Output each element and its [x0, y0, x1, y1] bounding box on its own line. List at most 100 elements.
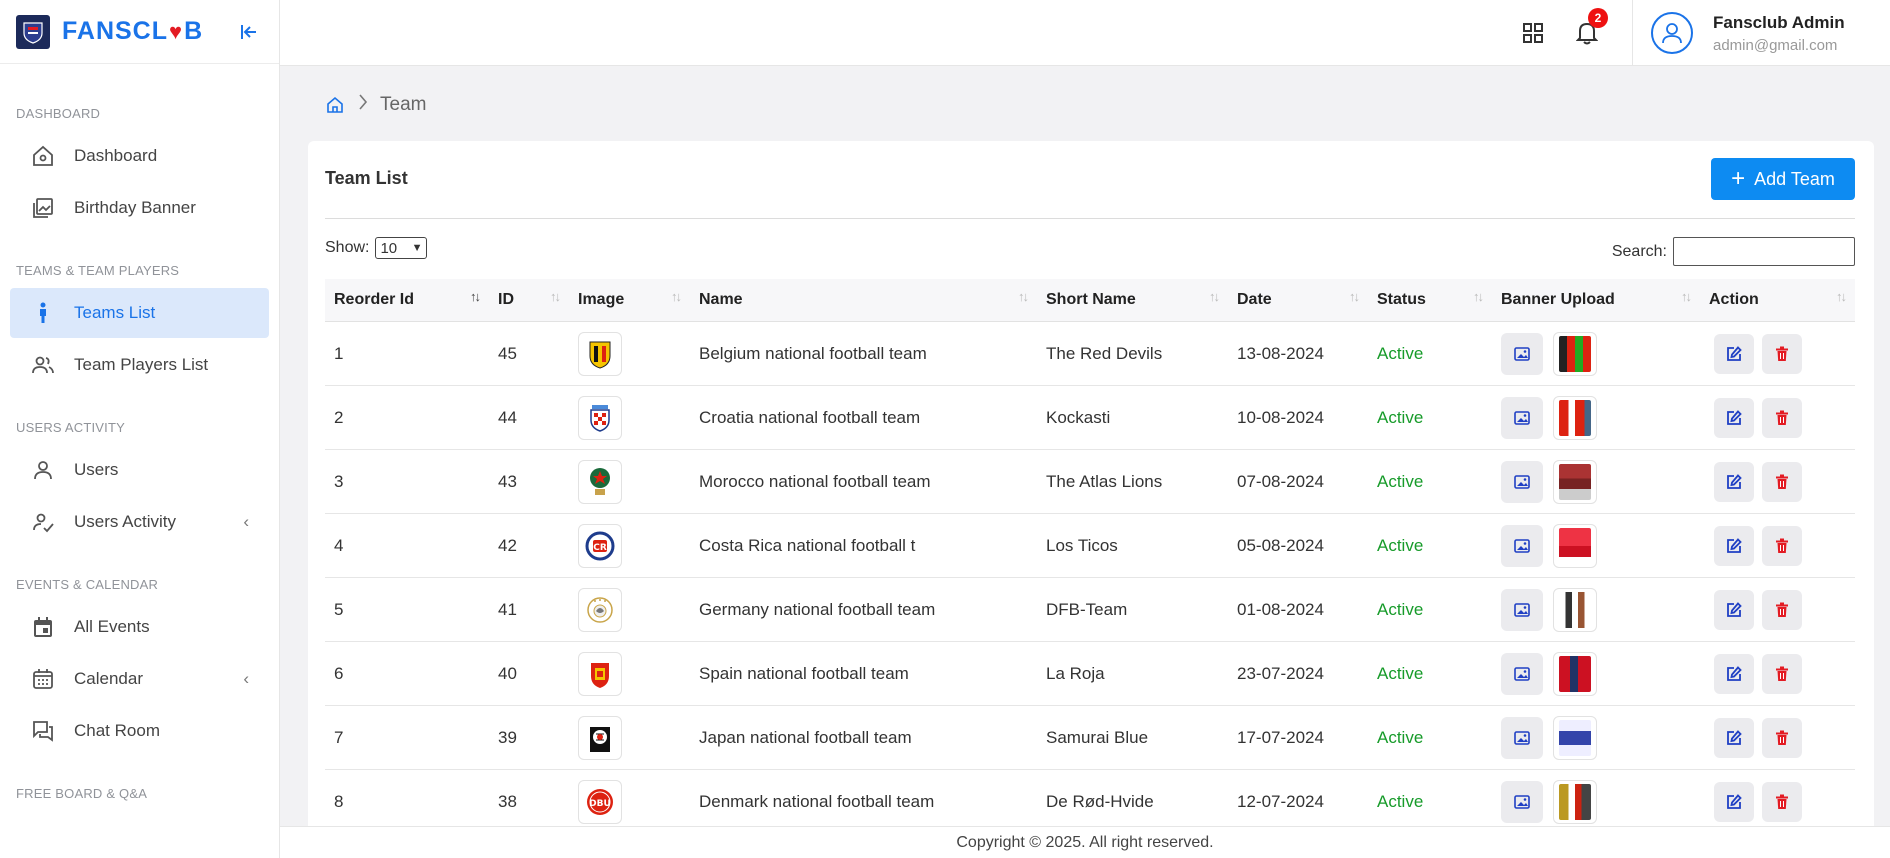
- collapse-sidebar-button[interactable]: [235, 18, 263, 46]
- cell-name: Japan national football team: [699, 727, 912, 747]
- sidebar: FANSCL ♥ B DASHBOARD Dashboard Birthday Ba…: [0, 0, 280, 858]
- column-header-reorder-id[interactable]: Reorder Id ↑↓: [325, 279, 489, 322]
- upload-banner-button[interactable]: [1501, 332, 1543, 375]
- cell-reorder-id: 3: [334, 471, 344, 491]
- column-header-short-name[interactable]: Short Name ↑↓: [1037, 279, 1228, 322]
- sidebar-item-birthday-banner[interactable]: Birthday Banner: [10, 183, 269, 233]
- delete-button[interactable]: [1762, 461, 1802, 502]
- edit-button[interactable]: [1714, 461, 1754, 502]
- banner-thumbnail[interactable]: [1553, 395, 1597, 440]
- cell-banner-upload: [1492, 706, 1700, 770]
- apps-grid-button[interactable]: [1516, 16, 1550, 50]
- home-breadcrumb-icon[interactable]: [326, 96, 344, 114]
- nav-section-events: EVENTS & CALENDAR: [16, 577, 159, 592]
- nav-section-users-activity: USERS ACTIVITY: [16, 420, 125, 435]
- cell-id: 40: [498, 663, 517, 683]
- team-logo-image[interactable]: CR: [578, 523, 622, 568]
- banner-thumbnail[interactable]: [1553, 459, 1597, 504]
- team-logo-image[interactable]: [578, 587, 622, 632]
- edit-icon: [1727, 729, 1742, 745]
- sidebar-item-all-events[interactable]: All Events: [10, 602, 269, 652]
- column-header-banner-upload[interactable]: Banner Upload ↑↓: [1492, 279, 1700, 322]
- status-badge: Active: [1377, 471, 1424, 491]
- banner-thumbnail[interactable]: [1553, 587, 1597, 632]
- brand-name[interactable]: FANSCL ♥ B: [62, 17, 203, 46]
- banner-thumbnail[interactable]: [1553, 523, 1597, 568]
- brand-logo[interactable]: [16, 14, 50, 49]
- banner-thumbnail[interactable]: [1553, 331, 1597, 376]
- sort-icon: ↑↓: [1473, 288, 1484, 304]
- edit-icon: [1727, 473, 1742, 489]
- column-header-name[interactable]: Name ↑↓: [690, 279, 1037, 322]
- sidebar-item-chat-room[interactable]: Chat Room: [10, 706, 269, 756]
- cell-action: [1700, 322, 1855, 386]
- chevron-right-icon: [358, 94, 368, 116]
- nav-section-free-board: FREE BOARD & Q&A: [16, 786, 148, 801]
- cell-reorder-id: 2: [334, 407, 344, 427]
- banner-thumbnail[interactable]: [1553, 651, 1597, 696]
- add-team-button[interactable]: + Add Team: [1711, 158, 1855, 200]
- sidebar-item-calendar[interactable]: Calendar ‹: [10, 654, 269, 704]
- delete-button[interactable]: [1762, 397, 1802, 438]
- cell-short-name: The Atlas Lions: [1046, 471, 1163, 491]
- sidebar-item-teams-list[interactable]: Teams List: [10, 288, 269, 338]
- user-profile-menu[interactable]: Fansclub Admin admin@gmail.com: [1632, 0, 1890, 66]
- team-list-card: Team List + Add Team Show: 10 ▼ Search: Re…: [308, 141, 1874, 858]
- sidebar-item-users-activity[interactable]: Users Activity ‹: [10, 497, 269, 547]
- cell-action: [1700, 450, 1855, 514]
- edit-button[interactable]: [1714, 589, 1754, 630]
- team-logo-image[interactable]: [578, 395, 622, 440]
- cell-action: [1700, 386, 1855, 450]
- column-header-id[interactable]: ID ↑↓: [489, 279, 569, 322]
- upload-banner-button[interactable]: [1501, 780, 1543, 823]
- delete-button[interactable]: [1762, 653, 1802, 694]
- upload-banner-button[interactable]: [1501, 460, 1543, 503]
- team-logo-image[interactable]: DBU: [578, 779, 622, 824]
- edit-button[interactable]: [1714, 717, 1754, 758]
- sort-icon: ↑↓: [1018, 288, 1029, 304]
- notifications-button[interactable]: 2: [1570, 8, 1608, 50]
- upload-banner-button[interactable]: [1501, 524, 1543, 567]
- cell-short-name: DFB-Team: [1046, 599, 1128, 619]
- upload-banner-button[interactable]: [1501, 716, 1543, 759]
- banner-thumbnail[interactable]: [1553, 779, 1597, 824]
- search-input[interactable]: [1673, 237, 1855, 266]
- sort-icon: ↑↓: [1836, 288, 1847, 304]
- delete-button[interactable]: [1762, 717, 1802, 758]
- edit-icon: [1727, 665, 1742, 681]
- delete-button[interactable]: [1762, 781, 1802, 822]
- column-header-date[interactable]: Date ↑↓: [1228, 279, 1368, 322]
- team-logo-image[interactable]: [578, 331, 622, 376]
- upload-banner-button[interactable]: [1501, 588, 1543, 631]
- edit-button[interactable]: [1714, 525, 1754, 566]
- footer: Copyright © 2025. All right reserved.: [280, 826, 1890, 858]
- cell-short-name: Kockasti: [1046, 407, 1111, 427]
- team-logo-image[interactable]: [578, 459, 622, 504]
- cell-image: CR: [569, 514, 690, 578]
- cell-name: Germany national football team: [699, 599, 936, 619]
- delete-button[interactable]: [1762, 589, 1802, 630]
- column-header-image[interactable]: Image ↑↓: [569, 279, 690, 322]
- cell-banner-upload: [1492, 642, 1700, 706]
- page-size-select[interactable]: 10 ▼: [375, 237, 428, 259]
- sidebar-item-team-players-list[interactable]: Team Players List: [10, 340, 269, 390]
- banner-thumbnail[interactable]: [1553, 715, 1597, 760]
- cell-image: [569, 578, 690, 642]
- delete-button[interactable]: [1762, 525, 1802, 566]
- cell-date: 07-08-2024: [1237, 471, 1324, 491]
- column-header-action[interactable]: Action ↑↓: [1700, 279, 1855, 322]
- edit-button[interactable]: [1714, 333, 1754, 374]
- sidebar-item-dashboard[interactable]: Dashboard: [10, 131, 269, 181]
- column-header-status[interactable]: Status ↑↓: [1368, 279, 1492, 322]
- edit-button[interactable]: [1714, 397, 1754, 438]
- delete-button[interactable]: [1762, 333, 1802, 374]
- team-logo-image[interactable]: [578, 715, 622, 760]
- sidebar-item-users[interactable]: Users: [10, 445, 269, 495]
- avatar: [1651, 12, 1693, 54]
- edit-button[interactable]: [1714, 781, 1754, 822]
- team-table: Reorder Id ↑↓ ID ↑↓ Image ↑↓ Name ↑↓ Short N…: [325, 279, 1855, 834]
- edit-button[interactable]: [1714, 653, 1754, 694]
- upload-banner-button[interactable]: [1501, 396, 1543, 439]
- upload-banner-button[interactable]: [1501, 652, 1543, 695]
- team-logo-image[interactable]: [578, 651, 622, 696]
